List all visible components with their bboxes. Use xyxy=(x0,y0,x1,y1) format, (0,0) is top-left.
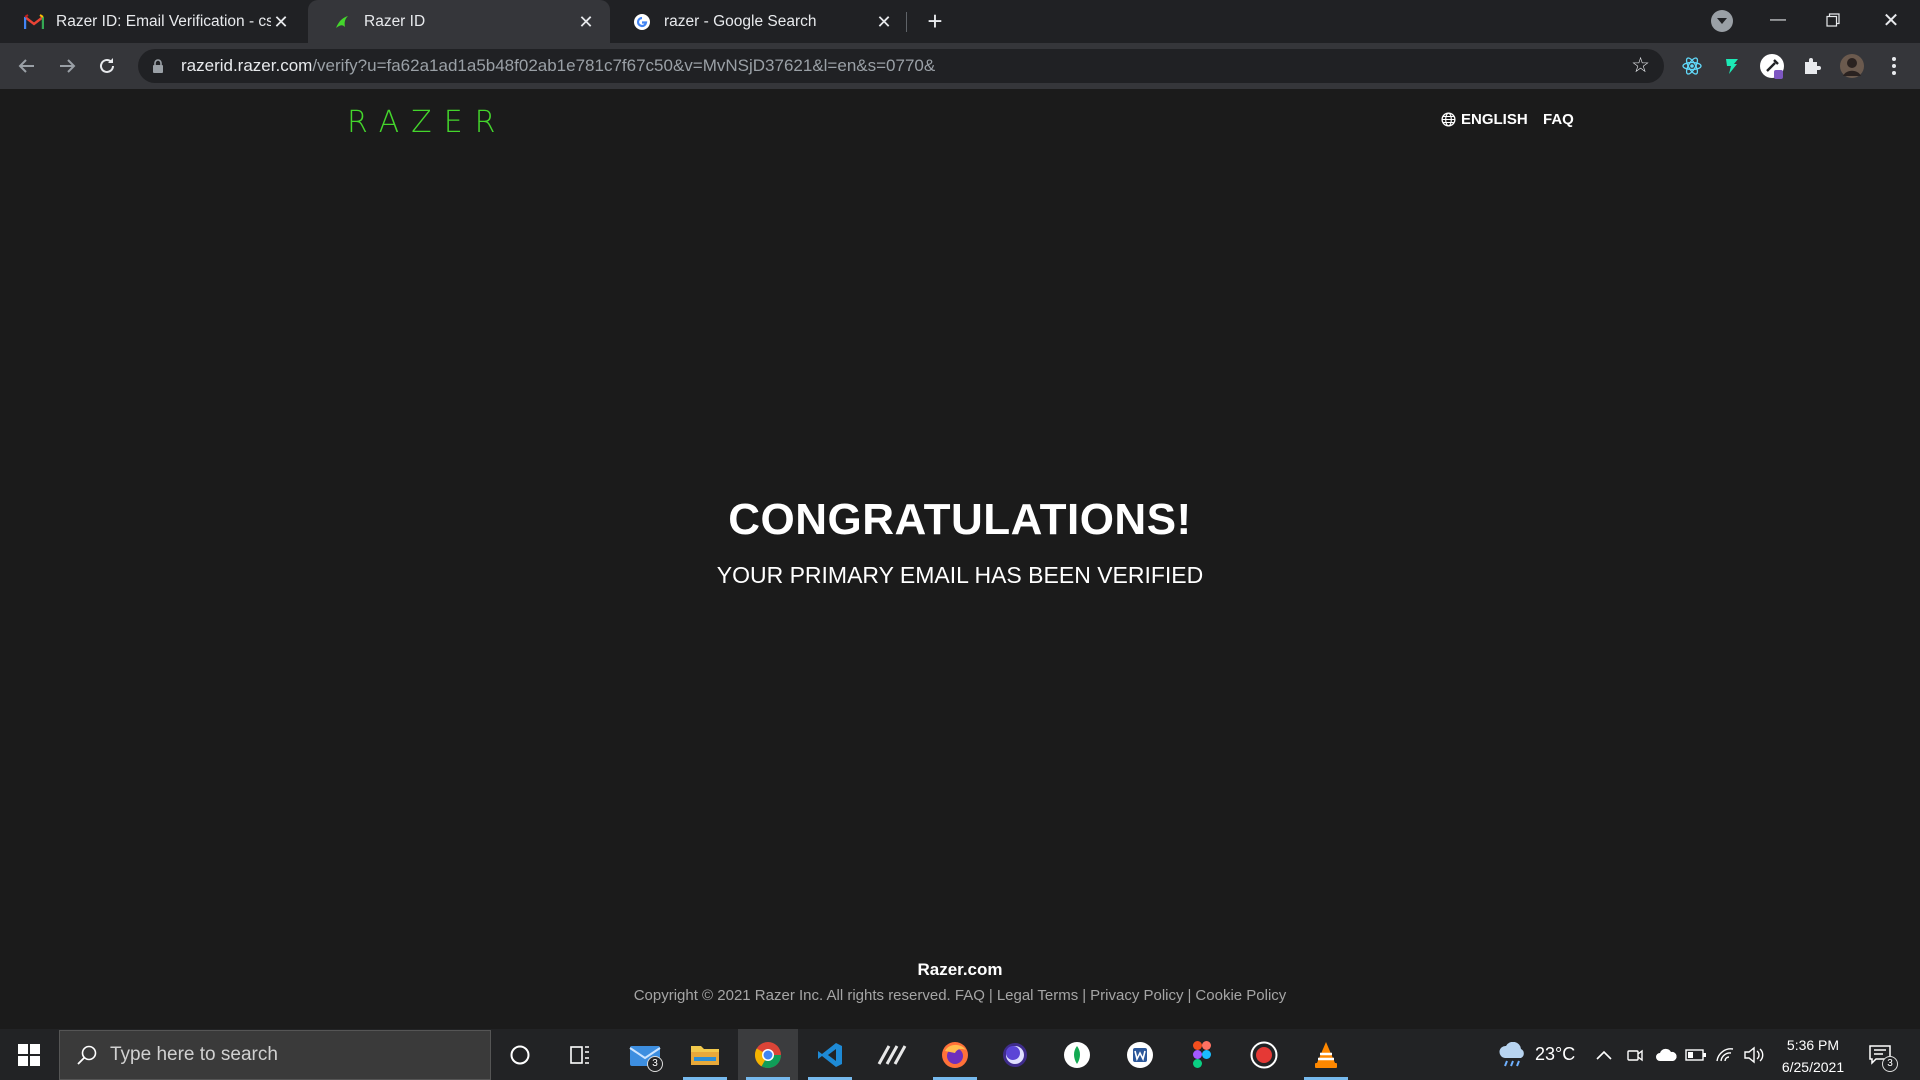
tab-close-icon[interactable]: ✕ xyxy=(874,12,894,32)
extensions-puzzle-icon[interactable] xyxy=(1798,52,1826,80)
tab-title: razer - Google Search xyxy=(664,12,817,30)
back-button[interactable] xyxy=(12,51,42,81)
chrome-taskbar-icon[interactable] xyxy=(738,1029,798,1080)
wifi-icon[interactable] xyxy=(1715,1029,1735,1080)
globe-icon xyxy=(1441,112,1456,127)
file-explorer-icon[interactable] xyxy=(675,1029,735,1080)
browser-tab-strip: Razer ID: Email Verification - csit1 ✕ R… xyxy=(0,0,1920,43)
search-placeholder: Type here to search xyxy=(110,1044,278,1065)
footer-link-legal-terms[interactable]: Legal Terms xyxy=(997,987,1078,1004)
tab-search-icon[interactable] xyxy=(1711,10,1733,32)
footer-link-faq[interactable]: FAQ xyxy=(955,987,985,1004)
volume-icon[interactable] xyxy=(1743,1029,1765,1080)
reload-button[interactable] xyxy=(92,51,122,81)
separator: | xyxy=(1082,987,1087,1004)
copyright-text: Copyright © 2021 Razer Inc. All rights r… xyxy=(633,987,951,1004)
taskbar-search-box[interactable]: Type here to search xyxy=(59,1030,491,1080)
battery-icon[interactable] xyxy=(1685,1029,1707,1080)
bookmark-star-icon[interactable]: ☆ xyxy=(1631,55,1650,77)
mail-badge: 3 xyxy=(647,1056,663,1072)
verification-message: YOUR PRIMARY EMAIL HAS BEEN VERIFIED xyxy=(716,562,1204,588)
tab-title: Razer ID xyxy=(364,12,426,30)
lock-icon[interactable] xyxy=(151,59,165,73)
action-center-icon[interactable]: 3 xyxy=(1868,1029,1898,1080)
razer-logo[interactable]: RAZER xyxy=(347,105,508,140)
weather-widget[interactable]: 23°C xyxy=(1497,1029,1575,1080)
tab-close-icon[interactable]: ✕ xyxy=(271,12,291,32)
page-content: RAZER ENGLISH FAQ CONGRATULATIONS! YOUR … xyxy=(0,89,1920,1029)
rain-cloud-icon xyxy=(1499,1041,1524,1066)
address-bar[interactable]: razerid.razer.com/verify?u=fa62a1ad1a5b4… xyxy=(138,49,1664,83)
footer-brand-link[interactable]: Razer.com xyxy=(0,960,1920,980)
url-host: razerid.razer.com xyxy=(181,56,313,75)
url-path: /verify?u=fa62a1ad1a5b48f02ab1e781c7f67c… xyxy=(312,56,936,75)
windows-taskbar: Type here to search 3 23°C 5:36 PM 6/25/… xyxy=(0,1029,1920,1080)
restore-button[interactable] xyxy=(1805,0,1861,40)
start-button[interactable] xyxy=(0,1029,58,1080)
google-icon xyxy=(632,12,652,32)
language-selector[interactable]: ENGLISH xyxy=(1441,111,1528,128)
footer-links: Copyright © 2021 Razer Inc. All rights r… xyxy=(0,987,1920,1004)
eyedropper-extension-icon[interactable] xyxy=(1758,52,1786,80)
congratulations-heading: CONGRATULATIONS! xyxy=(728,495,1192,544)
windows-logo-icon xyxy=(18,1043,40,1066)
tab-close-icon[interactable]: ✕ xyxy=(576,12,596,32)
purple-app-icon[interactable] xyxy=(985,1029,1045,1080)
mongodb-compass-icon[interactable] xyxy=(1047,1029,1107,1080)
minimize-button[interactable]: — xyxy=(1750,0,1806,40)
tab-gmail[interactable]: Razer ID: Email Verification - csit1 ✕ xyxy=(0,0,305,43)
tab-title: Razer ID: Email Verification - csit1 xyxy=(56,12,271,30)
tab-google-search[interactable]: razer - Google Search ✕ xyxy=(608,0,908,43)
vlc-icon[interactable] xyxy=(1296,1029,1356,1080)
separator: | xyxy=(1187,987,1192,1004)
tab-separator xyxy=(906,12,907,32)
search-icon xyxy=(77,1045,97,1065)
onedrive-cloud-icon[interactable] xyxy=(1654,1029,1678,1080)
figma-icon[interactable] xyxy=(1172,1029,1232,1080)
taskbar-clock[interactable]: 5:36 PM 6/25/2021 xyxy=(1768,1034,1858,1078)
firefox-icon[interactable] xyxy=(925,1029,985,1080)
browser-toolbar: razerid.razer.com/verify?u=fa62a1ad1a5b4… xyxy=(0,43,1920,89)
language-label: ENGLISH xyxy=(1461,111,1528,128)
clock-time: 5:36 PM xyxy=(1786,1037,1840,1053)
forward-button[interactable] xyxy=(52,51,82,81)
gmail-icon xyxy=(24,12,44,32)
editor-app-icon[interactable] xyxy=(862,1029,922,1080)
screen-recorder-icon[interactable] xyxy=(1234,1029,1294,1080)
weather-temperature: 23°C xyxy=(1535,1044,1576,1064)
notification-badge: 3 xyxy=(1882,1056,1898,1072)
show-hidden-icons-chevron[interactable] xyxy=(1596,1029,1612,1080)
footer-link-privacy-policy[interactable]: Privacy Policy xyxy=(1090,987,1183,1004)
clock-date: 6/25/2021 xyxy=(1781,1059,1845,1075)
footer-link-cookie-policy[interactable]: Cookie Policy xyxy=(1195,987,1286,1004)
task-view-icon[interactable] xyxy=(550,1029,610,1080)
browser-menu-icon[interactable] xyxy=(1880,52,1908,80)
faq-link[interactable]: FAQ xyxy=(1543,111,1574,128)
tab-razer-id[interactable]: Razer ID ✕ xyxy=(308,0,610,43)
extension-green-icon[interactable] xyxy=(1718,52,1746,80)
separator: | xyxy=(988,987,993,1004)
new-tab-button[interactable]: + xyxy=(920,6,950,36)
razer-icon xyxy=(332,12,352,32)
close-window-button[interactable]: ✕ xyxy=(1863,0,1919,40)
url-text: razerid.razer.com/verify?u=fa62a1ad1a5b4… xyxy=(181,56,935,76)
vscode-icon[interactable] xyxy=(800,1029,860,1080)
mail-app-icon[interactable]: 3 xyxy=(615,1029,675,1080)
profile-avatar[interactable] xyxy=(1838,52,1866,80)
cortana-icon[interactable] xyxy=(490,1029,550,1080)
react-devtools-icon[interactable] xyxy=(1678,52,1706,80)
word-app-icon[interactable] xyxy=(1110,1029,1170,1080)
meet-now-icon[interactable] xyxy=(1626,1029,1644,1080)
